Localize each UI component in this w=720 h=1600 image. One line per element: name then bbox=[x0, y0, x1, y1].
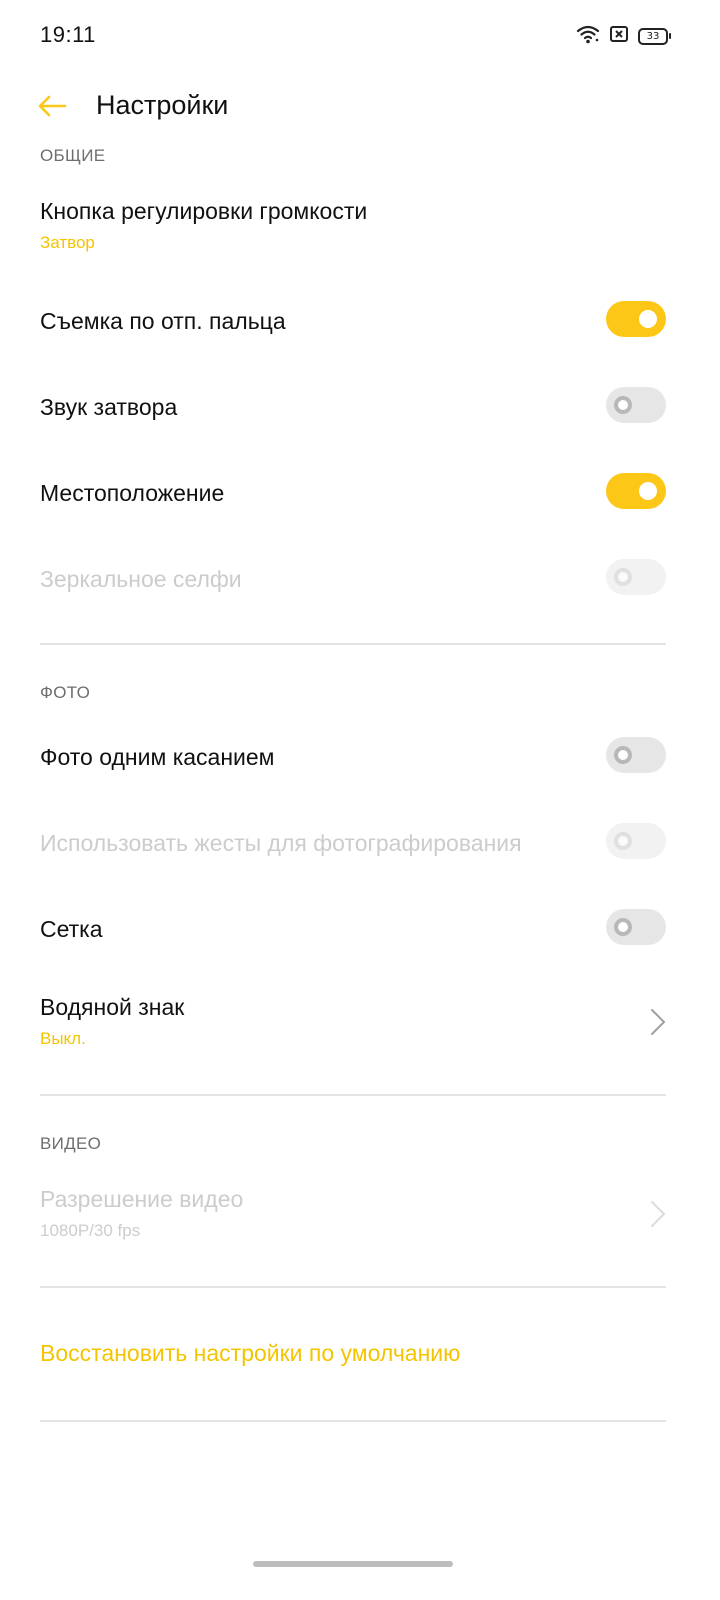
location-toggle[interactable] bbox=[606, 473, 666, 509]
mirror-selfie-title: Зеркальное селфи bbox=[40, 566, 242, 592]
watermark-setting[interactable]: Водяной знак Выкл. bbox=[40, 994, 666, 1054]
status-time: 19:11 bbox=[40, 22, 96, 47]
one-touch-photo-toggle[interactable] bbox=[606, 737, 666, 773]
gesture-photo-toggle bbox=[606, 823, 666, 859]
shutter-sound-toggle[interactable] bbox=[606, 387, 666, 423]
home-indicator[interactable] bbox=[253, 1561, 453, 1567]
battery-icon: 33 bbox=[638, 28, 671, 45]
grid-toggle[interactable] bbox=[606, 909, 666, 945]
status-bar: 19:11 33 bbox=[0, 0, 720, 72]
section-header-photo: ФОТО bbox=[40, 683, 91, 702]
watermark-value: Выкл. bbox=[40, 1029, 86, 1048]
chevron-right-icon bbox=[651, 1009, 665, 1035]
fingerprint-capture-title: Съемка по отп. пальца bbox=[40, 308, 286, 334]
location-setting[interactable]: Местоположение bbox=[40, 472, 666, 512]
mirror-selfie-toggle bbox=[606, 559, 666, 595]
grid-title: Сетка bbox=[40, 916, 103, 942]
video-resolution-title: Разрешение видео bbox=[40, 1186, 244, 1212]
shutter-sound-setting[interactable]: Звук затвора bbox=[40, 386, 666, 426]
watermark-title: Водяной знак bbox=[40, 994, 185, 1020]
divider bbox=[40, 1420, 666, 1422]
back-button[interactable] bbox=[30, 88, 74, 128]
reset-defaults-button[interactable]: Восстановить настройки по умолчанию bbox=[40, 1340, 460, 1367]
wifi-icon bbox=[576, 24, 600, 49]
mirror-selfie-setting: Зеркальное селфи bbox=[40, 558, 666, 598]
gesture-photo-setting: Использовать жесты для фотографирования bbox=[40, 822, 666, 862]
one-touch-photo-setting[interactable]: Фото одним касанием bbox=[40, 736, 666, 776]
one-touch-photo-title: Фото одним касанием bbox=[40, 744, 275, 770]
volume-button-setting[interactable]: Кнопка регулировки громкости Затвор bbox=[40, 198, 666, 253]
video-resolution-value: 1080P/30 fps bbox=[40, 1221, 141, 1240]
gesture-photo-title: Использовать жесты для фотографирования bbox=[40, 830, 522, 856]
divider bbox=[40, 643, 666, 645]
page-title: Настройки bbox=[96, 90, 229, 120]
divider bbox=[40, 1286, 666, 1288]
section-header-video: ВИДЕО bbox=[40, 1134, 102, 1153]
video-resolution-setting: Разрешение видео 1080P/30 fps bbox=[40, 1186, 666, 1246]
arrow-left-icon bbox=[37, 94, 67, 123]
sim-icon bbox=[610, 26, 628, 47]
status-icons: 33 bbox=[576, 24, 671, 49]
location-title: Местоположение bbox=[40, 480, 225, 506]
shutter-sound-title: Звук затвора bbox=[40, 394, 178, 420]
volume-button-value: Затвор bbox=[40, 233, 95, 252]
fingerprint-capture-toggle[interactable] bbox=[606, 301, 666, 337]
volume-button-title: Кнопка регулировки громкости bbox=[40, 198, 368, 224]
chevron-right-icon bbox=[651, 1201, 665, 1227]
section-header-general: ОБЩИЕ bbox=[40, 146, 106, 165]
grid-setting[interactable]: Сетка bbox=[40, 908, 666, 948]
fingerprint-capture-setting[interactable]: Съемка по отп. пальца bbox=[40, 300, 666, 340]
divider bbox=[40, 1094, 666, 1096]
header: Настройки bbox=[0, 72, 720, 144]
